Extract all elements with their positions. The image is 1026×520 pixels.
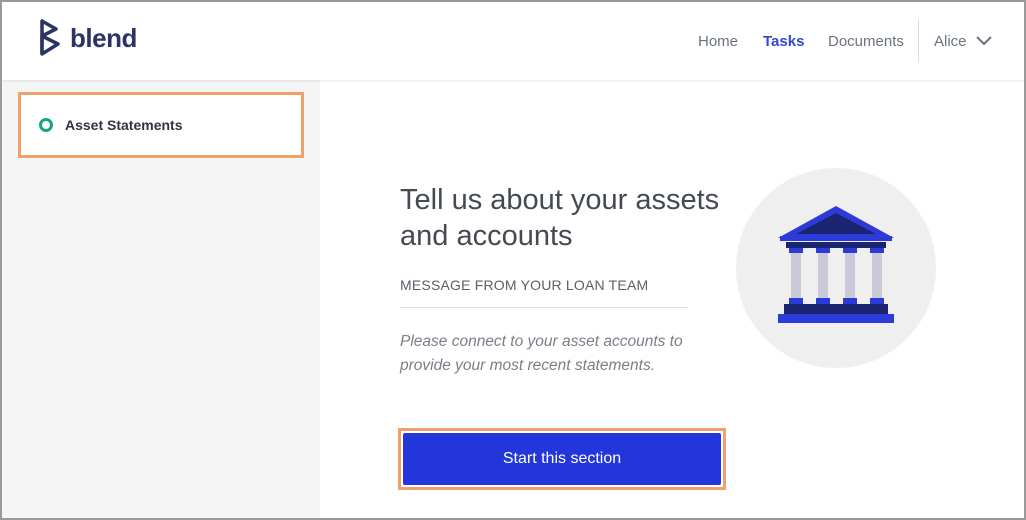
- top-header: blend Home Tasks Documents Alice: [2, 2, 1024, 80]
- message-heading: MESSAGE FROM YOUR LOAN TEAM: [400, 277, 649, 293]
- divider: [400, 307, 688, 308]
- user-name: Alice: [934, 32, 967, 50]
- status-ring-icon: [39, 118, 53, 132]
- loan-team-message: Please connect to your asset accounts to…: [400, 333, 683, 374]
- nav-documents[interactable]: Documents: [828, 2, 904, 80]
- nav-divider: [918, 20, 919, 62]
- sidebar-item-label: Asset Statements: [65, 117, 183, 133]
- brand-name: blend: [70, 22, 137, 53]
- bank-building-icon: [736, 168, 936, 368]
- nav-tasks[interactable]: Tasks: [763, 2, 804, 80]
- page-title: Tell us about your assets and accounts: [400, 184, 720, 252]
- start-section-button[interactable]: Start this section: [403, 433, 721, 485]
- brand-logo[interactable]: blend: [38, 18, 137, 58]
- sidebar-item-asset-statements[interactable]: Asset Statements: [18, 92, 304, 158]
- nav-home[interactable]: Home: [698, 2, 738, 80]
- user-menu[interactable]: Alice: [934, 2, 993, 80]
- app-window: blend Home Tasks Documents Alice Asset S…: [0, 0, 1026, 520]
- chevron-down-icon: [975, 36, 992, 46]
- blend-logo-icon: [40, 19, 60, 56]
- sidebar: Asset Statements: [2, 80, 320, 518]
